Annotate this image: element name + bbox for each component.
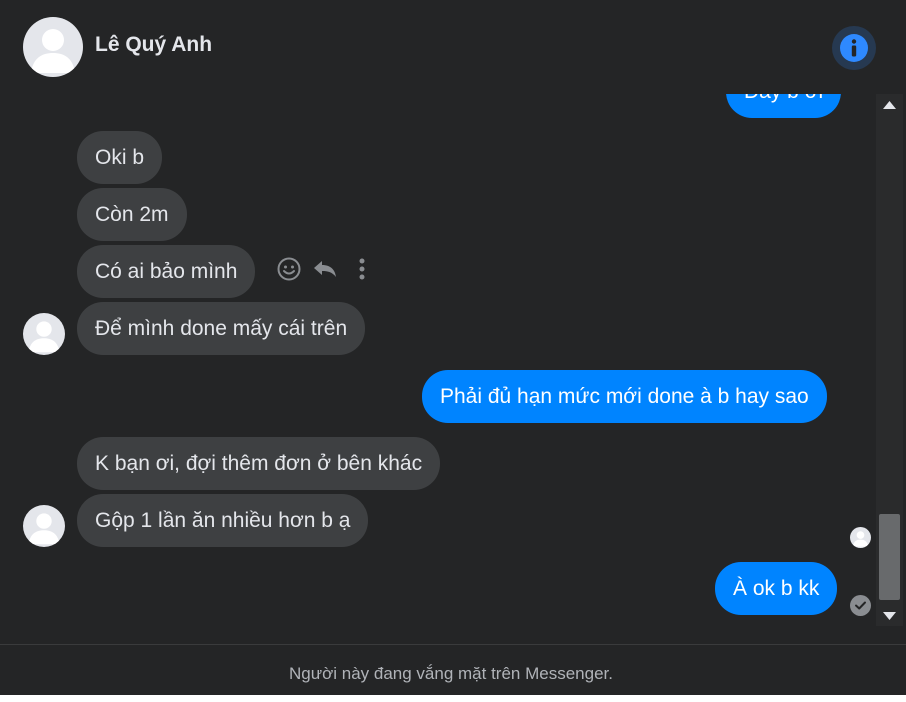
more-options-icon[interactable]	[352, 256, 372, 282]
message-bubble-incoming[interactable]: K bạn ơi, đợi thêm đơn ở bên khác	[77, 437, 441, 490]
chevron-up-icon	[883, 101, 896, 109]
chevron-down-icon	[883, 612, 896, 620]
scroll-down-arrow[interactable]	[876, 606, 903, 626]
message-bubble-outgoing[interactable]: À ok b kk	[715, 562, 838, 615]
chat-header: Lê Quý Anh	[0, 0, 906, 94]
message-bubble-incoming[interactable]: Oki b	[77, 131, 163, 184]
message-bubble-outgoing[interactable]: Phải đủ hạn mức mới done à b hay sao	[422, 370, 827, 423]
chat-window: Lê Quý Anh Đây b ơi Oki b Còn 2m Có ai b…	[0, 0, 906, 695]
message-bubble-incoming[interactable]: Gộp 1 lần ăn nhiều hơn b ạ	[77, 494, 369, 547]
chat-footer: Người này đang vắng mặt trên Messenger.	[0, 644, 906, 695]
seen-avatar	[850, 527, 871, 548]
message-bubble-incoming[interactable]: Có ai bảo mình	[77, 245, 256, 298]
away-status-text: Người này đang vắng mặt trên Messenger.	[289, 664, 613, 683]
scroll-up-arrow[interactable]	[876, 94, 903, 114]
delivered-check-icon	[850, 595, 871, 616]
react-icon[interactable]	[276, 256, 302, 282]
message-bubble-incoming[interactable]: Để mình done mấy cái trên	[77, 302, 366, 355]
message-bubble-outgoing[interactable]: Đây b ơi	[726, 94, 842, 118]
message-thread[interactable]: Đây b ơi Oki b Còn 2m Có ai bảo mình Để	[0, 94, 876, 646]
reply-icon[interactable]	[311, 256, 339, 282]
sender-avatar[interactable]	[23, 313, 65, 355]
info-button[interactable]	[832, 26, 876, 70]
contact-avatar[interactable]	[23, 17, 83, 77]
scrollbar-thumb[interactable]	[879, 514, 900, 600]
scrollbar[interactable]	[876, 94, 903, 626]
sender-avatar[interactable]	[23, 505, 65, 547]
message-bubble-incoming[interactable]: Còn 2m	[77, 188, 187, 241]
info-icon	[840, 34, 868, 62]
contact-name[interactable]: Lê Quý Anh	[95, 33, 212, 57]
